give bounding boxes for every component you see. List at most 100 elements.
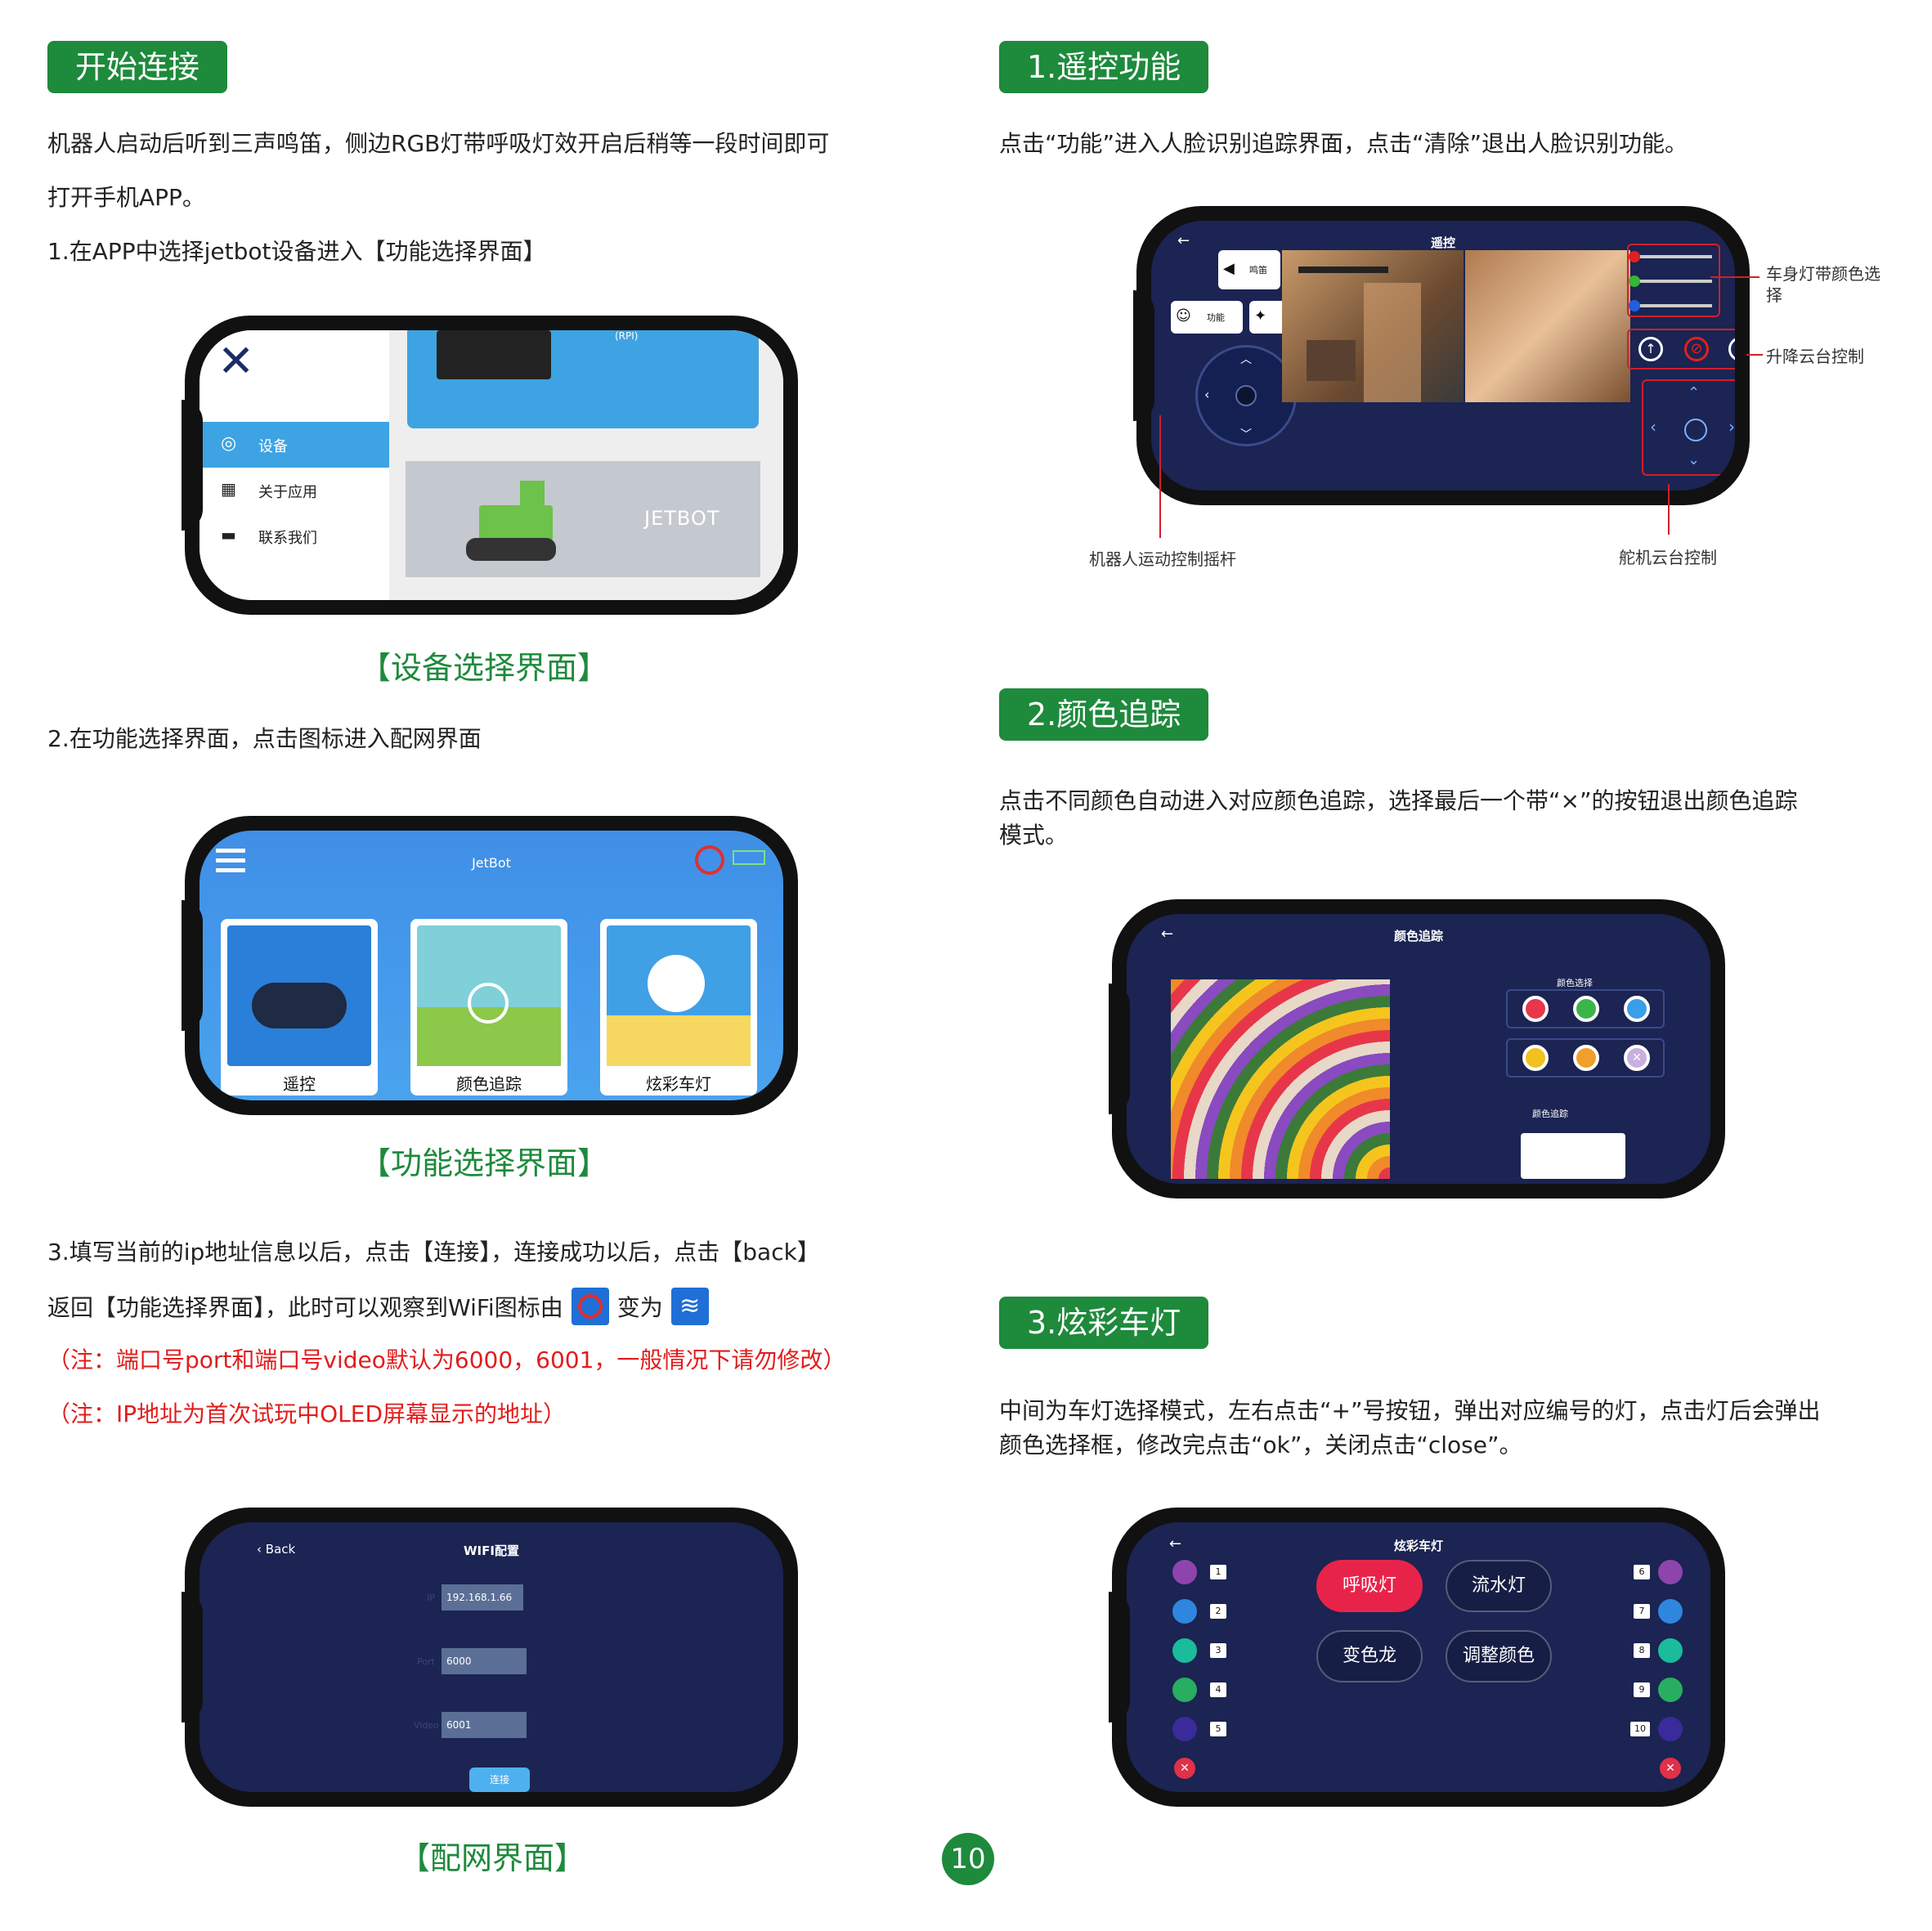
color-track-line-1: 点击不同颜色自动进入对应颜色追踪，选择最后一个带“×”的按钮退出颜色追踪: [999, 787, 1798, 814]
camera-feed: [1282, 250, 1464, 402]
jetbot-label: JETBOT: [644, 507, 720, 530]
phone-function-select: JetBot 遥控 颜色追踪 炫彩车灯: [182, 816, 798, 1115]
menu-item-contact[interactable]: ▬ 联系我们: [199, 513, 389, 559]
drawer-menu: ✕ ◎ 设备 ▦ 关于应用 ▬ 联系我们: [199, 330, 389, 600]
color-select-label: 颜色选择: [1557, 978, 1593, 988]
light-9-face-icon[interactable]: [1658, 1678, 1683, 1702]
horn-button[interactable]: ◀ 鸣笛: [1218, 250, 1280, 289]
led-slider-red[interactable]: [1629, 251, 1712, 262]
section-title-remote: 1.遥控功能: [999, 41, 1209, 93]
menu-item-about[interactable]: ▦ 关于应用: [199, 468, 389, 513]
wifi-on-icon: ≋: [670, 1288, 709, 1325]
light-2-face-icon[interactable]: [1172, 1599, 1197, 1624]
menu-item-device[interactable]: ◎ 设备: [199, 422, 389, 468]
chat-icon: ▬: [221, 525, 236, 544]
light-5-face-icon[interactable]: [1172, 1717, 1197, 1741]
ip-input[interactable]: 192.168.1.66: [442, 1584, 523, 1611]
close-right-button[interactable]: ✕: [1660, 1758, 1681, 1779]
annotation-servo: 舵机云台控制: [1619, 548, 1717, 567]
device-card-jetbot[interactable]: JETBOT: [406, 461, 760, 577]
tile-color-track[interactable]: 颜色追踪: [410, 919, 567, 1095]
step-3-line-1: 3.填写当前的ip地址信息以后，点击【连接】，连接成功以后，点击【back】: [47, 1239, 820, 1266]
servo-up-button[interactable]: ⌃: [1688, 384, 1700, 401]
light-10-face-icon[interactable]: [1658, 1717, 1683, 1741]
joystick-knob[interactable]: [1235, 385, 1257, 406]
step-3-line-2: 返回【功能选择界面】，此时可以观察到WiFi图标由 变为 ≋: [47, 1288, 709, 1325]
light-8-number: 8: [1634, 1643, 1650, 1658]
servo-right-button[interactable]: ›: [1728, 417, 1735, 437]
light-6-face-icon[interactable]: [1658, 1560, 1683, 1584]
screen-title-wifi: WIFI配置: [464, 1543, 519, 1558]
tile-remote[interactable]: 遥控: [221, 919, 378, 1095]
remote-description: 点击“功能”进入人脸识别追踪界面，点击“清除”退出人脸识别功能。: [999, 130, 1688, 157]
color-track-label: 颜色追踪: [1532, 1109, 1568, 1119]
light-7-number: 7: [1634, 1604, 1650, 1619]
light-4-face-icon[interactable]: [1172, 1678, 1197, 1702]
robot-icon: ◎: [221, 433, 237, 454]
note-port: （注：端口号port和端口号video默认为6000，6001，一般情况下请勿修…: [47, 1346, 846, 1373]
sparkle-icon: ✦: [1254, 307, 1267, 325]
lift-up-button[interactable]: ↑: [1638, 337, 1663, 361]
function-button[interactable]: ☺ 功能: [1171, 301, 1243, 334]
camera-feed: [1171, 979, 1390, 1179]
light-1-face-icon[interactable]: [1172, 1560, 1197, 1584]
light-2-number: 2: [1210, 1604, 1226, 1619]
tracked-color-preview: [1521, 1133, 1625, 1179]
mode-adjust-color-button[interactable]: 调整颜色: [1446, 1630, 1552, 1682]
color-yellow-button[interactable]: [1522, 1045, 1549, 1071]
rgb-lights-line-2: 颜色选择框，修改完点击“ok”，关闭点击“close”。: [999, 1431, 1522, 1458]
phone-rgb-lights: ← 炫彩车灯 1 2 3 4 5 ✕ 呼吸灯 流水灯 变色龙 调整颜色 6 7 …: [1109, 1508, 1725, 1807]
servo-left-button[interactable]: ‹: [1650, 417, 1656, 437]
gamepad-icon: [252, 983, 347, 1028]
annotation-led-color: 车身灯带颜色选择: [1766, 264, 1880, 305]
close-left-button[interactable]: ✕: [1174, 1758, 1195, 1779]
caption-wifi-config: 【配网界面】: [399, 1840, 586, 1876]
video-input[interactable]: 6001: [442, 1712, 527, 1738]
mode-chameleon-button[interactable]: 变色龙: [1316, 1630, 1423, 1682]
light-6-number: 6: [1634, 1565, 1650, 1579]
color-track-line-2: 模式。: [999, 822, 1069, 849]
light-3-number: 3: [1210, 1643, 1226, 1658]
light-5-number: 5: [1210, 1722, 1226, 1736]
connect-button[interactable]: 连接: [469, 1767, 530, 1792]
phone-device-select: ✕ ◎ 设备 ▦ 关于应用 ▬ 联系我们 (RPI) JETBOT: [182, 316, 798, 615]
light-9-number: 9: [1634, 1682, 1650, 1697]
color-exit-button[interactable]: ✕: [1624, 1045, 1650, 1071]
mode-breath-button[interactable]: 呼吸灯: [1316, 1560, 1423, 1612]
jetbot-image: [455, 473, 561, 564]
light-8-face-icon[interactable]: [1658, 1638, 1683, 1663]
port-input[interactable]: 6000: [442, 1648, 527, 1674]
phone-wifi-config: ‹ Back WIFI配置 IP 192.168.1.66 Port 6000 …: [182, 1508, 798, 1807]
servo-center-button[interactable]: [1684, 419, 1707, 441]
face-icon: ☺: [1176, 307, 1191, 325]
color-red-button[interactable]: [1522, 996, 1549, 1022]
wifi-off-icon[interactable]: [695, 845, 724, 875]
annotation-lift: 升降云台控制: [1766, 347, 1864, 366]
light-10-number: 10: [1630, 1722, 1650, 1736]
led-slider-blue[interactable]: [1629, 300, 1712, 311]
camera-feed-right: [1465, 250, 1630, 402]
color-green-button[interactable]: [1573, 996, 1599, 1022]
battery-icon: [733, 850, 765, 865]
device-card-rpi[interactable]: (RPI): [407, 330, 759, 428]
light-7-face-icon[interactable]: [1658, 1599, 1683, 1624]
note-ip: （注：IP地址为首次试玩中OLED屏幕显示的地址）: [47, 1400, 567, 1427]
intro-line-2: 打开手机APP。: [47, 184, 205, 211]
robot-image: [437, 330, 551, 379]
page-number: 10: [942, 1833, 994, 1885]
light-3-face-icon[interactable]: [1172, 1638, 1197, 1663]
crosshair-icon: [468, 983, 509, 1024]
intro-line-1: 机器人启动后听到三声鸣笛，侧边RGB灯带呼吸灯效开启后稍等一段时间即可: [47, 130, 830, 157]
color-blue-button[interactable]: [1624, 996, 1650, 1022]
color-orange-button[interactable]: [1573, 1045, 1599, 1071]
led-slider-green[interactable]: [1629, 276, 1712, 287]
mode-flow-button[interactable]: 流水灯: [1446, 1560, 1552, 1612]
tile-rgb-lights[interactable]: 炫彩车灯: [600, 919, 757, 1095]
servo-down-button[interactable]: ⌄: [1688, 451, 1700, 468]
phone-remote: ← 遥控 ◀ 鸣笛 ☺ 功能 ✦ 清除 ︿ ﹀ ‹ ›: [1133, 206, 1750, 505]
close-icon[interactable]: ✕: [217, 335, 254, 387]
caption-device-select: 【设备选择界面】: [360, 650, 609, 686]
rgb-lights-line-1: 中间为车灯选择模式，左右点击“+”号按钮，弹出对应编号的灯，点击灯后会弹出: [999, 1397, 1821, 1424]
caption-function-select: 【功能选择界面】: [360, 1145, 609, 1181]
lift-stop-button[interactable]: ⊘: [1684, 337, 1709, 361]
